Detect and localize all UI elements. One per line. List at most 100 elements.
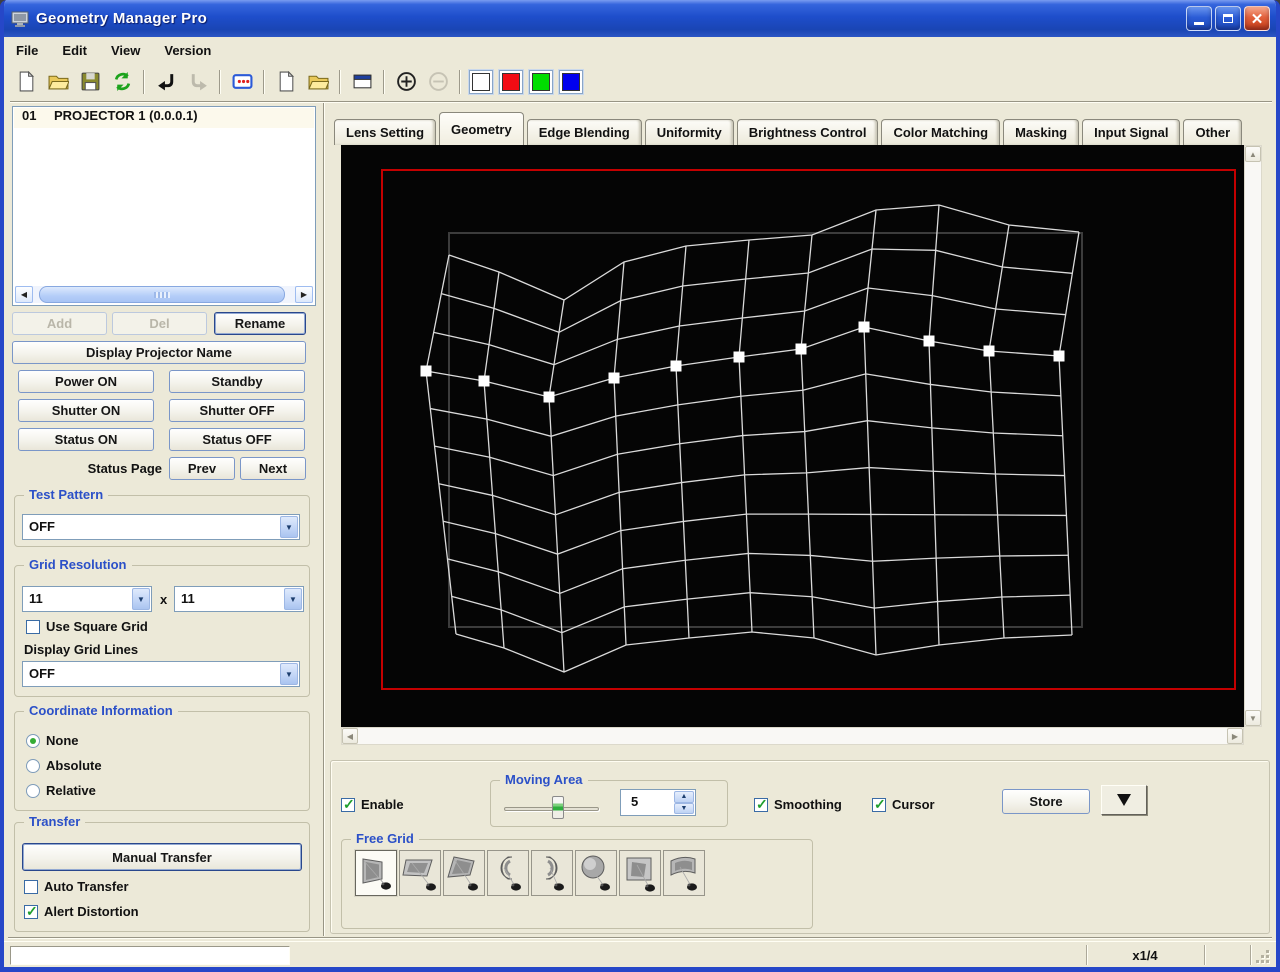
canvas-hscrollbar[interactable]: ◀ ▶ <box>341 727 1244 745</box>
cursor-checkbox-row[interactable]: Cursor <box>872 796 935 813</box>
tab-other[interactable]: Other <box>1183 119 1243 145</box>
undo-button[interactable] <box>152 68 180 96</box>
scroll-right-icon[interactable]: ▶ <box>1227 728 1243 744</box>
projector-list-item[interactable]: 01 PROJECTOR 1 (0.0.0.1) <box>14 108 314 128</box>
cursor-checkbox[interactable] <box>872 796 886 813</box>
grid-handle[interactable] <box>1053 350 1065 362</box>
chevron-down-icon[interactable]: ▼ <box>280 516 298 538</box>
coordinate-relative-radio-row[interactable]: Relative <box>26 783 96 798</box>
grid-handle[interactable] <box>795 343 807 355</box>
shutter-on-button[interactable]: Shutter ON <box>18 399 154 422</box>
scroll-up-icon[interactable]: ▲ <box>1245 146 1261 162</box>
moving-area-slider-thumb[interactable] <box>552 796 564 819</box>
display-projector-name-button[interactable]: Display Projector Name <box>12 341 306 364</box>
projector-config-button[interactable] <box>228 68 256 96</box>
grid-handle[interactable] <box>923 335 935 347</box>
use-square-grid-checkbox-row[interactable]: Use Square Grid <box>26 619 148 634</box>
save-button[interactable] <box>76 68 104 96</box>
scroll-down-icon[interactable]: ▼ <box>1245 710 1261 726</box>
store-button[interactable]: Store <box>1002 789 1090 814</box>
tab-masking[interactable]: Masking <box>1003 119 1080 145</box>
tab-lens-setting[interactable]: Lens Setting <box>334 119 437 145</box>
grid-handle[interactable] <box>478 375 490 387</box>
free-grid-mode-flat-angled[interactable] <box>619 850 661 896</box>
projector-list[interactable]: 01 PROJECTOR 1 (0.0.0.1) ◀ ▶ <box>12 106 316 306</box>
redo-button[interactable] <box>184 68 212 96</box>
free-grid-mode-curve-panel[interactable] <box>663 850 705 896</box>
coordinate-none-radio[interactable] <box>26 733 40 748</box>
menu-view[interactable]: View <box>99 40 152 61</box>
prev-button[interactable]: Prev <box>169 457 235 480</box>
free-grid-mode-flat-tilt-forward[interactable] <box>399 850 441 896</box>
grid-resolution-x-select[interactable]: 11 ▼ <box>22 586 152 612</box>
moving-area-spinner[interactable]: 5 ▲ ▼ <box>620 789 696 816</box>
display-grid-lines-select[interactable]: OFF ▼ <box>22 661 300 687</box>
spin-down-icon[interactable]: ▼ <box>674 802 694 814</box>
tab-geometry[interactable]: Geometry <box>439 112 524 145</box>
free-grid-mode-flat-tilt-back[interactable] <box>443 850 485 896</box>
chevron-down-icon[interactable]: ▼ <box>280 663 298 685</box>
coordinate-absolute-radio[interactable] <box>26 758 40 773</box>
chevron-down-icon[interactable]: ▼ <box>132 588 150 610</box>
geometry-canvas[interactable] <box>341 145 1244 727</box>
minimize-button[interactable] <box>1186 6 1212 31</box>
rename-button[interactable]: Rename <box>214 312 306 335</box>
test-color-blue-button[interactable] <box>559 69 583 94</box>
test-color-white-button[interactable] <box>469 69 493 94</box>
auto-transfer-checkbox[interactable] <box>24 879 38 894</box>
test-color-green-button[interactable] <box>529 69 553 94</box>
grid-handle[interactable] <box>543 391 555 403</box>
smoothing-checkbox[interactable] <box>754 796 768 813</box>
menu-file[interactable]: File <box>4 40 50 61</box>
grid-resolution-y-select[interactable]: 11 ▼ <box>174 586 304 612</box>
use-square-grid-checkbox[interactable] <box>26 619 40 634</box>
tab-uniformity[interactable]: Uniformity <box>644 119 734 145</box>
projector-list-hscrollbar[interactable]: ◀ ▶ <box>15 286 313 303</box>
tab-color-matching[interactable]: Color Matching <box>881 119 1001 145</box>
menu-version[interactable]: Version <box>152 40 223 61</box>
coordinate-absolute-radio-row[interactable]: Absolute <box>26 758 102 773</box>
zoom-out-button[interactable] <box>424 68 452 96</box>
status-off-button[interactable]: Status OFF <box>169 428 305 451</box>
test-pattern-select[interactable]: OFF ▼ <box>22 514 300 540</box>
add-button[interactable]: Add <box>12 312 107 335</box>
coordinate-none-radio-row[interactable]: None <box>26 733 79 748</box>
free-grid-mode-flat-front[interactable] <box>355 850 397 896</box>
power-on-button[interactable]: Power ON <box>18 370 154 393</box>
scroll-left-icon[interactable]: ◀ <box>15 286 33 303</box>
next-button[interactable]: Next <box>240 457 306 480</box>
grid-handle[interactable] <box>420 365 432 377</box>
window-view-button[interactable] <box>348 68 376 96</box>
new-file-button[interactable] <box>12 68 40 96</box>
coordinate-relative-radio[interactable] <box>26 783 40 798</box>
tab-edge-blending[interactable]: Edge Blending <box>526 119 642 145</box>
spin-up-icon[interactable]: ▲ <box>674 791 694 803</box>
scrollbar-thumb[interactable] <box>39 286 285 303</box>
status-on-button[interactable]: Status ON <box>18 428 154 451</box>
del-button[interactable]: Del <box>112 312 207 335</box>
test-color-red-button[interactable] <box>499 69 523 94</box>
open-file-button[interactable] <box>44 68 72 96</box>
free-grid-mode-dome[interactable] <box>575 850 617 896</box>
alert-distortion-checkbox[interactable] <box>24 903 38 920</box>
standby-button[interactable]: Standby <box>169 370 305 393</box>
scroll-left-icon[interactable]: ◀ <box>342 728 358 744</box>
tab-input-signal[interactable]: Input Signal <box>1082 119 1181 145</box>
grid-handle[interactable] <box>670 360 682 372</box>
grid-handle[interactable] <box>733 351 745 363</box>
maximize-button[interactable] <box>1215 6 1241 31</box>
geometry-grid-svg[interactable] <box>341 145 1244 727</box>
scroll-right-icon[interactable]: ▶ <box>295 286 313 303</box>
resize-grip[interactable] <box>1256 950 1270 964</box>
enable-checkbox[interactable] <box>341 796 355 813</box>
free-grid-mode-curve-right[interactable] <box>487 850 529 896</box>
free-grid-mode-curve-left[interactable] <box>531 850 573 896</box>
store-dropdown-button[interactable] <box>1101 785 1147 815</box>
manual-transfer-button[interactable]: Manual Transfer <box>22 843 302 871</box>
grid-handle[interactable] <box>608 372 620 384</box>
enable-checkbox-row[interactable]: Enable <box>341 796 404 813</box>
zoom-in-button[interactable] <box>392 68 420 96</box>
tab-brightness-control[interactable]: Brightness Control <box>736 119 879 145</box>
refresh-button[interactable] <box>108 68 136 96</box>
smoothing-checkbox-row[interactable]: Smoothing <box>754 796 842 813</box>
